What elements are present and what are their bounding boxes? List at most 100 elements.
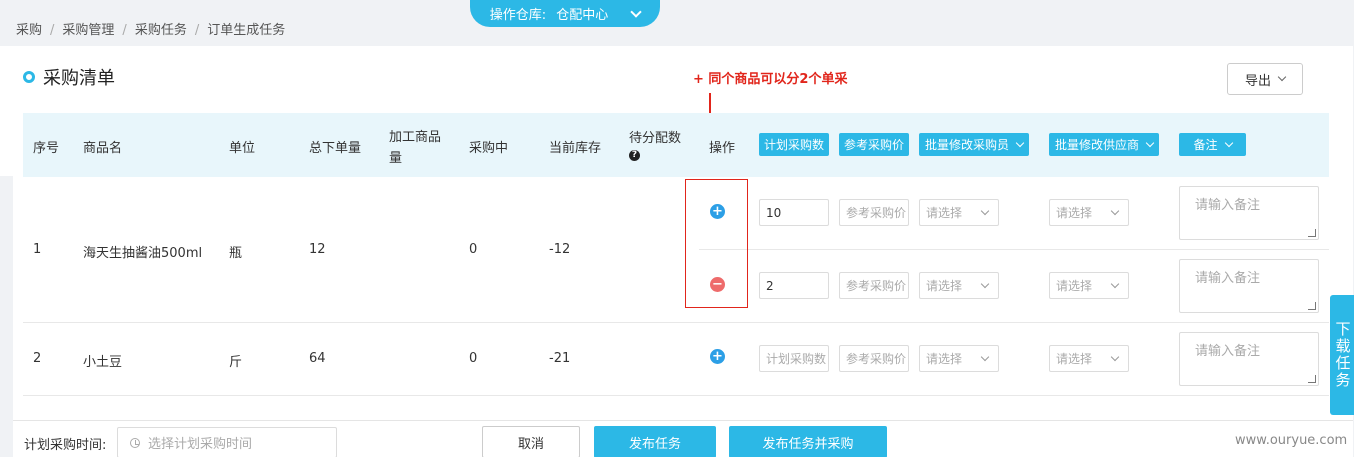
row-purchasing: 0: [469, 242, 478, 257]
annotation-highlight-box: [685, 179, 748, 308]
header-plan-qty-button[interactable]: 计划采购数: [759, 133, 829, 156]
breadcrumb-item-purchase-task[interactable]: 采购任务: [135, 23, 187, 38]
supplier-select[interactable]: 请选择: [1049, 199, 1129, 226]
header-pending-label: 待分配数: [629, 131, 682, 146]
chevron-down-icon: [980, 206, 990, 215]
breadcrumb-separator: /: [194, 23, 200, 38]
remark-placeholder: 请输入备注: [1195, 344, 1261, 359]
section-title-text: 采购清单: [43, 68, 115, 89]
ref-price-input[interactable]: 参考采购价: [839, 345, 909, 372]
chevron-down-icon: [1224, 138, 1233, 147]
header-product: 商品名: [83, 141, 123, 156]
plan-qty-input[interactable]: 10: [759, 199, 829, 226]
section-title: 采购清单: [23, 64, 115, 90]
header-pending: 待分配数 ?: [629, 127, 681, 161]
buyer-select[interactable]: 请选择: [919, 345, 999, 372]
resize-grip-icon[interactable]: [1308, 375, 1316, 383]
remark-textarea[interactable]: 请输入备注: [1179, 259, 1319, 313]
remark-textarea[interactable]: 请输入备注: [1179, 332, 1319, 386]
chevron-down-icon: [1110, 352, 1120, 361]
header-total-ordered: 总下单量: [309, 141, 362, 156]
row-index: 2: [33, 351, 42, 366]
buyer-select[interactable]: 请选择: [919, 199, 999, 226]
export-button[interactable]: 导出: [1227, 63, 1303, 95]
header-remark-label: 备注: [1193, 138, 1218, 152]
ring-icon: [23, 71, 35, 83]
chevron-down-icon: [1110, 206, 1120, 215]
row-divider: [23, 395, 1329, 396]
header-unit: 单位: [229, 141, 256, 156]
resize-grip-icon[interactable]: [1308, 229, 1316, 237]
row-purchasing: 0: [469, 351, 478, 366]
supplier-select-placeholder: 请选择: [1056, 206, 1093, 220]
row-stock: -21: [549, 351, 571, 366]
resize-grip-icon[interactable]: [1308, 302, 1316, 310]
warehouse-label: 操作仓库:: [489, 8, 547, 23]
plan-time-input[interactable]: 选择计划采购时间: [117, 427, 337, 457]
publish-button[interactable]: 发布任务: [594, 426, 716, 457]
row-total-ordered: 64: [309, 351, 326, 366]
header-remark-button[interactable]: 备注: [1179, 133, 1246, 156]
supplier-select-placeholder: 请选择: [1056, 279, 1093, 293]
header-batch-buyer-button[interactable]: 批量修改采购员: [919, 133, 1029, 156]
breadcrumb: 采购 / 采购管理 / 采购任务 / 订单生成任务: [16, 19, 285, 38]
remark-textarea[interactable]: 请输入备注: [1179, 186, 1319, 240]
breadcrumb-item-purchase[interactable]: 采购: [16, 23, 42, 38]
row-product: 小土豆: [83, 355, 123, 370]
add-split-icon[interactable]: +: [710, 349, 725, 364]
purchase-list-card: 采购清单 + 同个商品可以分2个单采 导出 序号 商品名 单位 总下单量 加工商…: [13, 46, 1353, 420]
remark-placeholder: 请输入备注: [1195, 198, 1261, 213]
export-label: 导出: [1244, 73, 1271, 89]
header-batch-supplier-button[interactable]: 批量修改供应商: [1049, 133, 1159, 156]
buyer-select-placeholder: 请选择: [926, 206, 963, 220]
header-batch-supplier-label: 批量修改供应商: [1054, 138, 1139, 152]
buyer-select[interactable]: 请选择: [919, 272, 999, 299]
clock-icon: [130, 437, 140, 448]
row-unit: 瓶: [229, 246, 243, 261]
header-ref-price-button[interactable]: 参考采购价: [839, 133, 909, 156]
table-header: 序号 商品名 单位 总下单量 加工商品量 采购中 当前库存 待分配数 ? 操作 …: [23, 113, 1329, 177]
remark-placeholder: 请输入备注: [1195, 271, 1261, 286]
breadcrumb-item-purchase-management[interactable]: 采购管理: [62, 23, 114, 38]
page: 采购 / 采购管理 / 采购任务 / 订单生成任务 操作仓库: 仓配中心 采购清单 + 同个…: [0, 0, 1354, 457]
header-processed: 加工商品量: [389, 130, 442, 166]
ref-price-input[interactable]: 参考采购价: [839, 272, 909, 299]
header-stock: 当前库存: [549, 141, 602, 156]
breadcrumb-separator: /: [50, 23, 55, 38]
watermark: www.ouryue.com: [1235, 433, 1348, 448]
chevron-down-icon: [980, 352, 990, 361]
supplier-select-placeholder: 请选择: [1056, 352, 1093, 366]
buyer-select-placeholder: 请选择: [926, 352, 963, 366]
publish-and-purchase-button[interactable]: 发布任务并采购: [729, 426, 887, 457]
chevron-down-icon: [630, 5, 642, 18]
left-edge-panel: [0, 46, 13, 176]
chevron-down-icon: [1145, 138, 1155, 147]
chevron-down-icon: [1015, 138, 1025, 147]
download-task-tab[interactable]: 下载任务: [1330, 295, 1354, 415]
cancel-button[interactable]: 取消: [482, 426, 580, 457]
header-purchasing: 采购中: [469, 141, 509, 156]
breadcrumb-item-current: 订单生成任务: [207, 23, 286, 38]
annotation-text: + 同个商品可以分2个单采: [693, 68, 848, 87]
supplier-select[interactable]: 请选择: [1049, 272, 1129, 299]
plan-qty-input[interactable]: 计划采购数: [759, 345, 829, 372]
subrow-divider: [699, 249, 1329, 250]
header-batch-buyer-label: 批量修改采购员: [924, 138, 1009, 152]
chevron-down-icon: [1110, 279, 1120, 288]
warehouse-value: 仓配中心: [556, 8, 609, 23]
breadcrumb-separator: /: [122, 23, 127, 38]
supplier-select[interactable]: 请选择: [1049, 345, 1129, 372]
chevron-down-icon: [980, 279, 990, 288]
footer-bar: 计划采购时间: 选择计划采购时间 取消 发布任务 发布任务并采购 www.our…: [13, 420, 1353, 457]
warehouse-selector[interactable]: 操作仓库: 仓配中心: [470, 0, 660, 27]
plan-time-placeholder: 选择计划采购时间: [148, 437, 253, 452]
plan-qty-input[interactable]: 2: [759, 272, 829, 299]
row-product: 海天生抽酱油500ml: [83, 246, 203, 261]
row-stock: -12: [549, 242, 571, 257]
header-action: 操作: [709, 141, 736, 156]
row-index: 1: [33, 242, 42, 257]
row-unit: 斤: [229, 355, 243, 370]
plan-time-label: 计划采购时间:: [24, 438, 107, 453]
ref-price-input[interactable]: 参考采购价: [839, 199, 909, 226]
question-icon[interactable]: ?: [629, 150, 640, 161]
